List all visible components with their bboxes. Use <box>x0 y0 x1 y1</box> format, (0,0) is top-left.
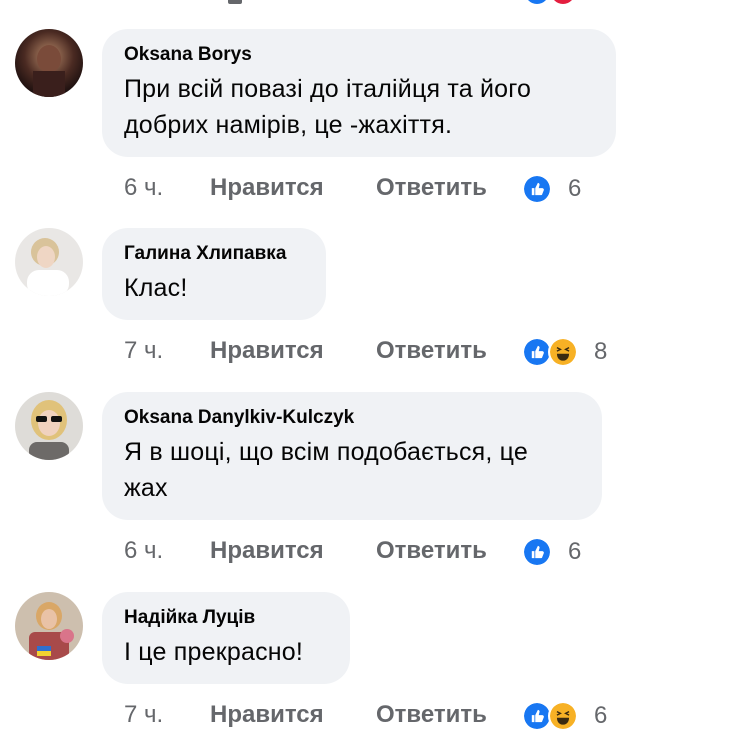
reply-button[interactable]: Ответить <box>376 171 487 205</box>
haha-reaction-icon <box>548 337 578 367</box>
reaction-count: 6 <box>568 538 582 565</box>
like-button[interactable]: Нравится <box>210 171 324 205</box>
comment-text-line: І це прекрасно! <box>124 638 304 666</box>
previous-comment-actions-cropped <box>0 0 740 6</box>
comment-bubble: Oksana Danylkiv-Kulczyk Я в шоці, що всі… <box>102 392 602 520</box>
avatar[interactable] <box>15 228 83 296</box>
reaction-count: 8 <box>594 338 608 365</box>
reply-button[interactable]: Ответить <box>376 698 487 732</box>
comment-actions: 6 ч. Нравится Ответить 6 <box>0 534 740 568</box>
comment-timestamp[interactable]: 7 ч. <box>124 698 163 732</box>
reaction-count: 6 <box>594 702 608 729</box>
comment-bubble: Oksana Borys При всій повазі до італійця… <box>102 29 616 157</box>
comment-actions: 6 ч. Нравится Ответить 6 <box>0 171 740 205</box>
like-button-cropped[interactable] <box>228 0 242 4</box>
comment-author[interactable]: Надійка Луців <box>124 606 328 630</box>
comment-author[interactable]: Oksana Danylkiv-Kulczyk <box>124 406 580 430</box>
comment-text-line: Я в шоці, що всім подобається, це <box>124 438 529 466</box>
reactions-cropped[interactable] <box>523 0 583 8</box>
reply-button[interactable]: Ответить <box>376 334 487 368</box>
avatar[interactable] <box>15 592 83 660</box>
reaction-count: 6 <box>568 175 582 202</box>
like-reaction-icon <box>522 537 552 567</box>
comment-text-line: При всій повазі до італійця та його <box>124 75 532 103</box>
comment-timestamp[interactable]: 6 ч. <box>124 534 163 568</box>
comments-thread: Oksana Borys При всій повазі до італійця… <box>0 0 740 748</box>
comment-author[interactable]: Галина Хлипавка <box>124 242 304 266</box>
like-reaction-icon <box>522 174 552 204</box>
comment-text-line: жах <box>124 474 168 502</box>
like-button[interactable]: Нравится <box>210 534 324 568</box>
avatar[interactable] <box>15 29 83 97</box>
avatar[interactable] <box>15 392 83 460</box>
like-button[interactable]: Нравится <box>210 334 324 368</box>
comment-actions: 7 ч. Нравится Ответить 6 <box>0 698 740 732</box>
comment-bubble: Надійка Луців І це прекрасно! <box>102 592 350 684</box>
like-button[interactable]: Нравится <box>210 698 324 732</box>
comment-bubble: Галина Хлипавка Клас! <box>102 228 326 320</box>
comment-timestamp[interactable]: 7 ч. <box>124 334 163 368</box>
reply-button[interactable]: Ответить <box>376 534 487 568</box>
comment-actions: 7 ч. Нравится Ответить 8 <box>0 334 740 368</box>
comment-author[interactable]: Oksana Borys <box>124 43 594 67</box>
haha-reaction-icon <box>548 701 578 731</box>
comment-text-line: добрих намірів, це -жахіття. <box>124 111 453 139</box>
comment-timestamp[interactable]: 6 ч. <box>124 171 163 205</box>
comment-text-line: Клас! <box>124 274 188 302</box>
